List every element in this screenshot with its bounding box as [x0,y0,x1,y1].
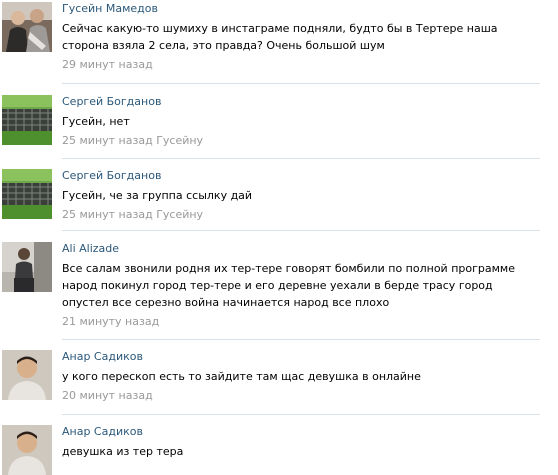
group-photo-avatar[interactable] [2,2,52,52]
man-standing-icon [2,242,52,292]
comment-divider [62,339,540,340]
comment-divider [62,230,540,231]
comment-time[interactable]: 21 минуту назад [62,315,159,328]
man-portrait-icon [2,425,52,475]
comment-meta: 20 минут назад [62,389,542,403]
comment-text: Гусейн, нет [62,115,130,128]
reply-to-link[interactable]: Гусейну [156,134,203,147]
man-portrait-avatar[interactable] [2,425,52,475]
comment-meta: 21 минуту назад [62,315,542,329]
comment-time[interactable]: 25 минут назад [62,134,153,147]
group-photo-icon [2,2,52,52]
comment-author-link[interactable]: Гусейн Мамедов [62,2,542,16]
comment-text: у кого перескоп есть то зайдите там щас … [62,370,421,383]
comment-author-link[interactable]: Сергей Богданов [62,95,542,109]
grass-fence-icon [2,95,52,145]
grass-fence-avatar[interactable] [2,169,52,219]
comment-author-link[interactable]: Сергей Богданов [62,169,542,183]
man-portrait-avatar[interactable] [2,350,52,400]
comment-divider [62,83,540,84]
comment-time[interactable]: 29 минут назад [62,58,153,71]
comment-text: Сейчас какую-то шумиху в инстаграме подн… [62,22,498,52]
comment-time[interactable]: 25 минут назад [62,208,153,221]
comment-meta: 25 минут назад Гусейну [62,134,542,148]
comment-time[interactable]: 20 минут назад [62,389,153,402]
comment-divider [62,158,540,159]
man-standing-avatar[interactable] [2,242,52,292]
grass-fence-avatar[interactable] [2,95,52,145]
comment-text: девушка из тер тера [62,445,184,458]
comment-meta: 29 минут назад [62,58,542,72]
comment-author-link[interactable]: Анар Садиков [62,350,542,364]
comment-meta: 25 минут назад Гусейну [62,208,542,222]
comment-author-link[interactable]: Анар Садиков [62,425,542,439]
man-portrait-icon [2,350,52,400]
comment-text: Все салам звонили родня их тер-тере гово… [62,262,515,309]
comment-divider [62,414,540,415]
grass-fence-icon [2,169,52,219]
reply-to-link[interactable]: Гусейну [156,208,203,221]
comment-text: Гусейн, че за группа ссылку дай [62,189,253,202]
comment-author-link[interactable]: Ali Alizade [62,242,542,256]
